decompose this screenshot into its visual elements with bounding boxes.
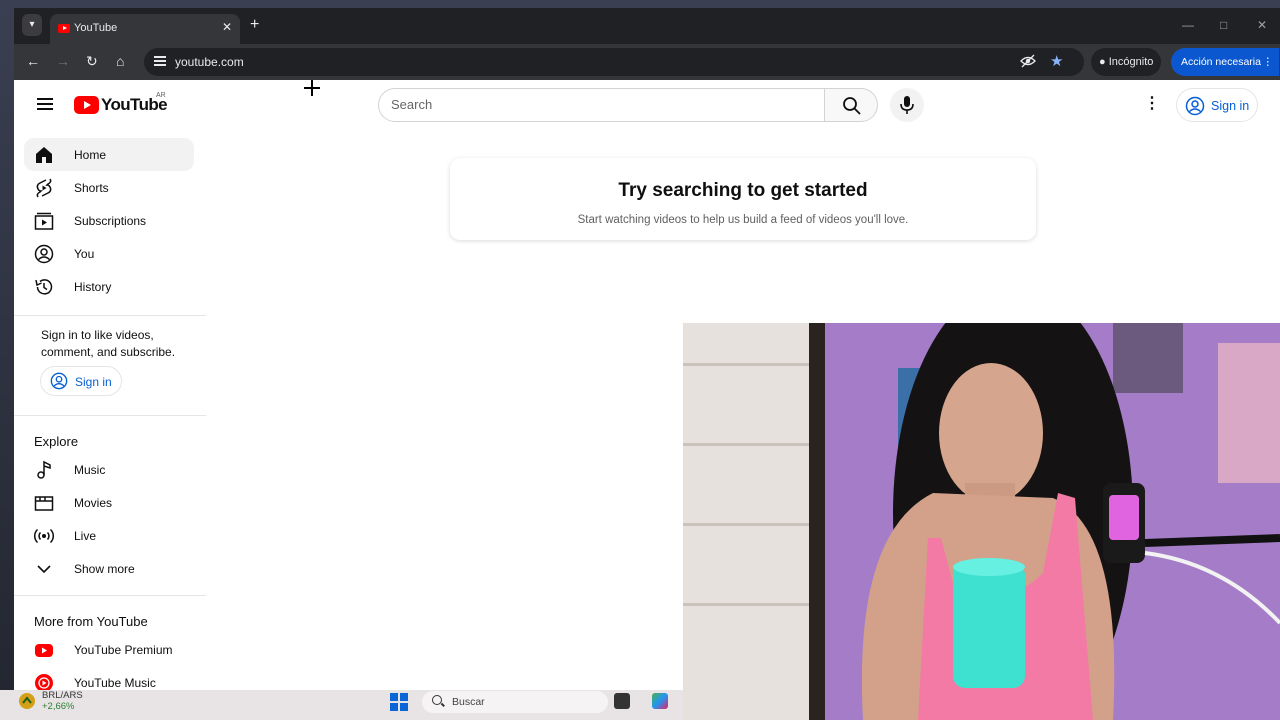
voice-search-button[interactable] bbox=[890, 88, 924, 122]
task-view-icon[interactable] bbox=[614, 693, 630, 709]
search-icon bbox=[432, 695, 442, 705]
window-close-icon[interactable]: ✕ bbox=[1257, 18, 1267, 32]
tab-youtube[interactable]: YouTube ✕ bbox=[50, 14, 240, 44]
sidebar-item-label: You bbox=[74, 247, 95, 261]
home-button-icon[interactable]: ⌂ bbox=[116, 53, 124, 69]
home-icon bbox=[36, 147, 52, 163]
maximize-icon[interactable]: □ bbox=[1220, 18, 1227, 32]
sidebar-item-label: YouTube Premium bbox=[74, 643, 173, 657]
sidebar-item-label: Live bbox=[74, 529, 97, 543]
settings-dots-icon[interactable]: ⋮ bbox=[1142, 94, 1162, 114]
sidebar: Home Shorts Subscriptions You History Si… bbox=[14, 130, 206, 690]
account-circle-icon bbox=[50, 372, 68, 390]
sidebar-divider bbox=[14, 415, 206, 416]
search-icon bbox=[843, 97, 861, 115]
empty-state-subtitle: Start watching videos to help us build a… bbox=[577, 214, 909, 226]
youtube-favicon-icon bbox=[58, 24, 70, 33]
sidebar-item-label: Music bbox=[74, 463, 106, 477]
address-bar[interactable]: youtube.com ★ bbox=[144, 48, 1084, 76]
subscriptions-icon bbox=[34, 212, 54, 230]
account-circle-icon bbox=[1185, 96, 1205, 116]
sign-in-button[interactable]: Sign in bbox=[1176, 88, 1258, 122]
back-arrow-icon[interactable]: ← bbox=[26, 53, 40, 69]
ticker-change: +2,66% bbox=[42, 701, 75, 712]
sign-in-label: Sign in bbox=[1211, 99, 1250, 113]
action-needed-button[interactable]: Acción necesaria ⋮ bbox=[1171, 48, 1279, 76]
more-from-youtube-heading: More from YouTube bbox=[34, 614, 148, 629]
currency-ticker-icon bbox=[19, 693, 35, 709]
ticker-name[interactable]: BRL/ARS bbox=[42, 690, 83, 701]
browser-toolbar: ← → ↻ ⌂ youtube.com ★ ● Incógnito Acción… bbox=[14, 44, 1280, 80]
sidebar-item-show-more[interactable]: Show more bbox=[24, 552, 194, 585]
sidebar-divider bbox=[14, 595, 206, 596]
search-button[interactable] bbox=[824, 88, 878, 122]
taskbar-search[interactable]: Buscar bbox=[422, 691, 608, 713]
sidebar-divider bbox=[14, 315, 206, 316]
webcam-overlay bbox=[683, 323, 1280, 720]
url-text[interactable]: youtube.com bbox=[175, 55, 244, 69]
youtube-music-icon bbox=[35, 674, 53, 690]
incognito-indicator[interactable]: ● Incógnito bbox=[1091, 48, 1162, 76]
youtube-premium-icon bbox=[35, 644, 53, 657]
history-icon bbox=[35, 279, 53, 295]
minimize-icon[interactable]: — bbox=[1182, 18, 1194, 32]
sidebar-item-label: Shorts bbox=[74, 181, 109, 195]
region-code: AR bbox=[156, 92, 166, 99]
crosshair-cursor-icon bbox=[304, 80, 320, 96]
empty-state-title: Try searching to get started bbox=[618, 180, 868, 201]
youtube-logo-icon[interactable] bbox=[74, 96, 99, 114]
reload-icon[interactable]: ↻ bbox=[86, 53, 98, 70]
movies-icon bbox=[34, 496, 54, 511]
webcam-feed-image bbox=[683, 323, 1280, 720]
hamburger-menu-icon[interactable] bbox=[37, 98, 53, 110]
sidebar-item-subscriptions[interactable]: Subscriptions bbox=[24, 204, 194, 237]
music-icon bbox=[37, 460, 51, 479]
sidebar-item-movies[interactable]: Movies bbox=[24, 486, 194, 519]
sidebar-item-label: Home bbox=[74, 148, 107, 162]
microphone-icon bbox=[900, 96, 914, 114]
sidebar-item-label: YouTube Music bbox=[74, 676, 156, 690]
chevron-down-icon bbox=[37, 565, 51, 574]
sidebar-item-label: Movies bbox=[74, 496, 113, 510]
tab-close-icon[interactable]: ✕ bbox=[222, 20, 232, 34]
windows-start-icon[interactable] bbox=[390, 693, 408, 711]
action-needed-label: Acción necesaria bbox=[1181, 56, 1261, 68]
live-icon bbox=[34, 528, 54, 544]
sidebar-item-music[interactable]: Music bbox=[24, 453, 194, 486]
sidebar-item-you[interactable]: You bbox=[24, 237, 194, 270]
search-box bbox=[378, 88, 826, 122]
new-tab-button[interactable]: + bbox=[250, 16, 259, 34]
menu-dots-icon: ⋮ bbox=[1262, 56, 1274, 68]
tab-search-button[interactable]: ▾ bbox=[22, 14, 42, 36]
sidebar-item-label: Subscriptions bbox=[74, 214, 147, 228]
shorts-icon bbox=[36, 178, 52, 198]
sidebar-item-home[interactable]: Home bbox=[24, 138, 194, 171]
explore-heading: Explore bbox=[34, 434, 79, 449]
copilot-icon[interactable] bbox=[652, 693, 668, 709]
tab-bar: ▾ YouTube ✕ + — □ ✕ bbox=[14, 8, 1280, 44]
bookmark-star-icon[interactable]: ★ bbox=[1050, 52, 1063, 70]
sidebar-sign-in-label: Sign in bbox=[75, 375, 112, 389]
incognito-icon: ● bbox=[1099, 56, 1106, 68]
sidebar-item-youtube-music[interactable]: YouTube Music bbox=[24, 666, 194, 690]
you-icon bbox=[34, 244, 54, 264]
sign-in-message: Sign in to like videos, comment, and sub… bbox=[41, 328, 176, 359]
search-input[interactable] bbox=[391, 97, 811, 112]
taskbar-search-placeholder: Buscar bbox=[452, 696, 485, 708]
incognito-label: Incógnito bbox=[1108, 56, 1154, 68]
sidebar-sign-in-button[interactable]: Sign in bbox=[40, 366, 122, 396]
empty-state-card: Try searching to get started Start watch… bbox=[450, 158, 1036, 240]
sidebar-item-label: History bbox=[74, 280, 112, 294]
sidebar-item-history[interactable]: History bbox=[24, 270, 194, 303]
eye-off-icon[interactable] bbox=[1020, 54, 1036, 71]
site-settings-icon[interactable] bbox=[154, 54, 166, 68]
sidebar-item-shorts[interactable]: Shorts bbox=[24, 171, 194, 204]
sidebar-item-label: Show more bbox=[74, 562, 135, 576]
forward-arrow-icon[interactable]: → bbox=[56, 53, 70, 69]
tab-title: YouTube bbox=[74, 22, 118, 34]
sidebar-item-live[interactable]: Live bbox=[24, 519, 194, 552]
sidebar-item-youtube-premium[interactable]: YouTube Premium bbox=[24, 633, 194, 666]
